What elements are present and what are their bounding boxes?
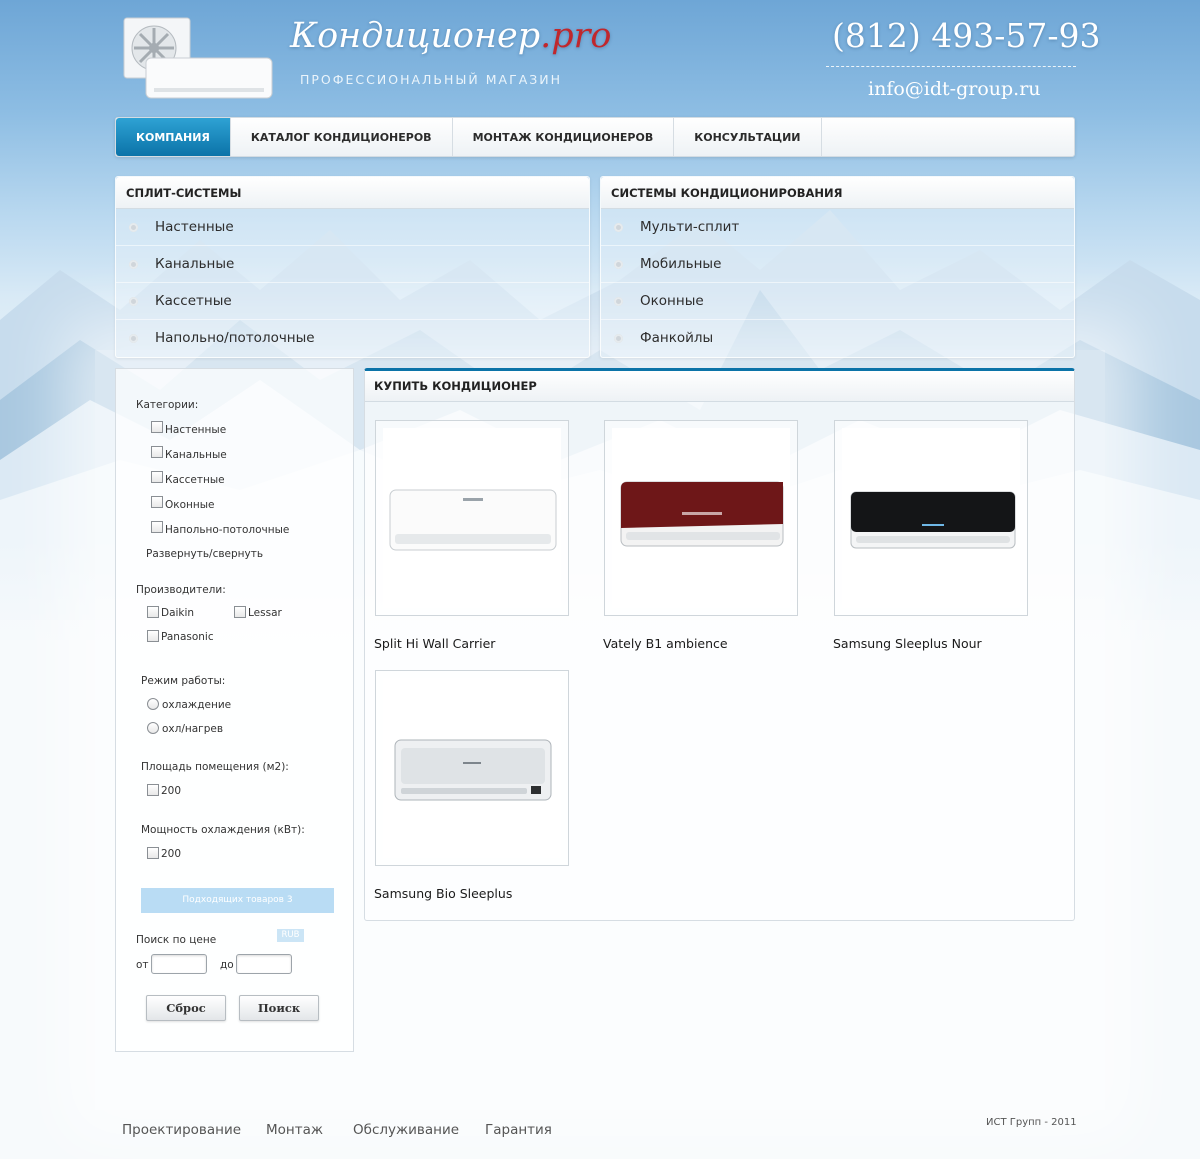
ac-systems-title: СИСТЕМЫ КОНДИЦИОНИРОВАНИЯ (601, 177, 1074, 209)
brand-logo[interactable]: Кондиционер.pro (290, 16, 612, 56)
footer-link-installation[interactable]: Монтаж (266, 1122, 323, 1138)
ac-unit-white-icon (389, 489, 557, 551)
area-checkbox[interactable] (147, 784, 159, 796)
nav-item-catalog[interactable]: КАТАЛОГ КОНДИЦИОНЕРОВ (231, 118, 453, 156)
currency-badge: RUB (277, 929, 304, 942)
air-conditioner-logo-icon[interactable] (118, 14, 278, 104)
filter-sidebar: Категории: Настенные Канальные Кассетные… (115, 368, 354, 1052)
bullet-icon (129, 334, 138, 343)
product-image-4[interactable] (375, 670, 569, 866)
ac-item-window[interactable]: Оконные (601, 283, 1074, 320)
category-checkbox-window[interactable] (151, 496, 163, 508)
nav-item-consulting[interactable]: КОНСУЛЬТАЦИИ (674, 118, 822, 156)
split-item-duct[interactable]: Канальные (116, 246, 589, 283)
ac-unit-black-icon (850, 491, 1016, 549)
mode-label-cool-heat: охл/нагрев (162, 723, 224, 735)
product-image-1[interactable] (375, 420, 569, 616)
phone-number: (812) 493-57-93 (832, 16, 1101, 55)
expand-collapse-link[interactable]: Развернуть/свернуть (146, 548, 263, 560)
bullet-icon (129, 260, 138, 269)
category-checkbox-floor-ceiling[interactable] (151, 521, 163, 533)
area-label: Площадь помещения (м2): (141, 761, 289, 773)
power-label: Мощность охлаждения (кВт): (141, 824, 305, 836)
power-option-label: 200 (161, 848, 182, 860)
product-image-3[interactable] (834, 420, 1028, 616)
manufacturer-checkbox-lessar[interactable] (234, 606, 246, 618)
footer-link-warranty[interactable]: Гарантия (485, 1122, 552, 1138)
product-title-4[interactable]: Samsung Bio Sleeplus (374, 886, 512, 901)
mode-label-cooling: охлаждение (162, 699, 232, 711)
split-item-wall[interactable]: Настенные (116, 209, 589, 246)
split-systems-title: СПЛИТ-СИСТЕМЫ (116, 177, 589, 209)
categories-label: Категории: (136, 399, 199, 411)
bullet-icon (614, 334, 623, 343)
bullet-icon (129, 223, 138, 232)
mode-label: Режим работы: (141, 675, 226, 687)
email-link[interactable]: info@idt-group.ru (868, 78, 1041, 100)
price-to-input[interactable] (236, 954, 292, 974)
product-title-1[interactable]: Split Hi Wall Carrier (374, 636, 495, 651)
matching-count-bar: Подходящих товаров 3 (141, 888, 334, 913)
ac-unit-silver-icon (394, 739, 552, 801)
ac-item-mobile[interactable]: Мобильные (601, 246, 1074, 283)
power-checkbox[interactable] (147, 847, 159, 859)
product-image-2[interactable] (604, 420, 798, 616)
price-from-input[interactable] (151, 954, 207, 974)
ac-systems-panel: СИСТЕМЫ КОНДИЦИОНИРОВАНИЯ Мульти-сплит М… (600, 176, 1075, 358)
category-label-wall: Настенные (165, 424, 227, 436)
reset-button[interactable]: Сброс (146, 995, 226, 1021)
mode-radio-cooling[interactable] (147, 698, 159, 710)
category-label-cassette: Кассетные (165, 474, 225, 486)
category-checkbox-cassette[interactable] (151, 471, 163, 483)
split-item-cassette[interactable]: Кассетные (116, 283, 589, 320)
manufacturer-label-panasonic: Panasonic (161, 631, 214, 643)
split-item-floor-ceiling[interactable]: Напольно/потолочные (116, 320, 589, 357)
category-checkbox-wall[interactable] (151, 421, 163, 433)
bullet-icon (614, 297, 623, 306)
manufacturer-label-daikin: Daikin (161, 607, 195, 619)
category-label-duct: Канальные (165, 449, 227, 461)
split-systems-panel: СПЛИТ-СИСТЕМЫ Настенные Канальные Кассет… (115, 176, 590, 358)
ac-item-fancoil[interactable]: Фанкойлы (601, 320, 1074, 357)
product-title-2[interactable]: Vately B1 ambience (603, 636, 728, 651)
ac-item-multisplit[interactable]: Мульти-сплит (601, 209, 1074, 246)
ac-unit-red-icon (620, 481, 784, 547)
copyright-text: ИСТ Групп - 2011 (986, 1117, 1077, 1128)
manufacturer-checkbox-daikin[interactable] (147, 606, 159, 618)
bullet-icon (614, 223, 623, 232)
bullet-icon (129, 297, 138, 306)
header-divider (826, 66, 1076, 67)
category-label-window: Оконные (165, 499, 215, 511)
area-option-label: 200 (161, 785, 182, 797)
product-title-3[interactable]: Samsung Sleeplus Nour (833, 636, 982, 651)
products-title: КУПИТЬ КОНДИЦИОНЕР (365, 371, 1074, 402)
category-label-floor-ceiling: Напольно-потолочные (165, 524, 290, 536)
price-search-label: Поиск по цене (136, 934, 217, 946)
price-from-label: от (136, 959, 149, 971)
price-to-label: до (220, 959, 234, 971)
footer-divider (230, 1095, 970, 1105)
manufacturers-label: Производители: (136, 584, 226, 596)
footer-link-design[interactable]: Проектирование (122, 1122, 241, 1138)
mode-radio-cool-heat[interactable] (147, 722, 159, 734)
category-checkbox-duct[interactable] (151, 446, 163, 458)
products-panel: КУПИТЬ КОНДИЦИОНЕР Split Hi Wall Carrier… (364, 368, 1075, 921)
manufacturer-checkbox-panasonic[interactable] (147, 630, 159, 642)
manufacturer-label-lessar: Lessar (248, 607, 282, 619)
search-button[interactable]: Поиск (239, 995, 319, 1021)
footer-link-service[interactable]: Обслуживание (353, 1122, 459, 1138)
brand-tagline: ПРОФЕССИОНАЛЬНЫЙ МАГАЗИН (300, 72, 563, 87)
nav-item-company[interactable]: КОМПАНИЯ (116, 118, 231, 156)
main-nav: КОМПАНИЯ КАТАЛОГ КОНДИЦИОНЕРОВ МОНТАЖ КО… (115, 117, 1075, 157)
nav-item-installation[interactable]: МОНТАЖ КОНДИЦИОНЕРОВ (453, 118, 675, 156)
bullet-icon (614, 260, 623, 269)
